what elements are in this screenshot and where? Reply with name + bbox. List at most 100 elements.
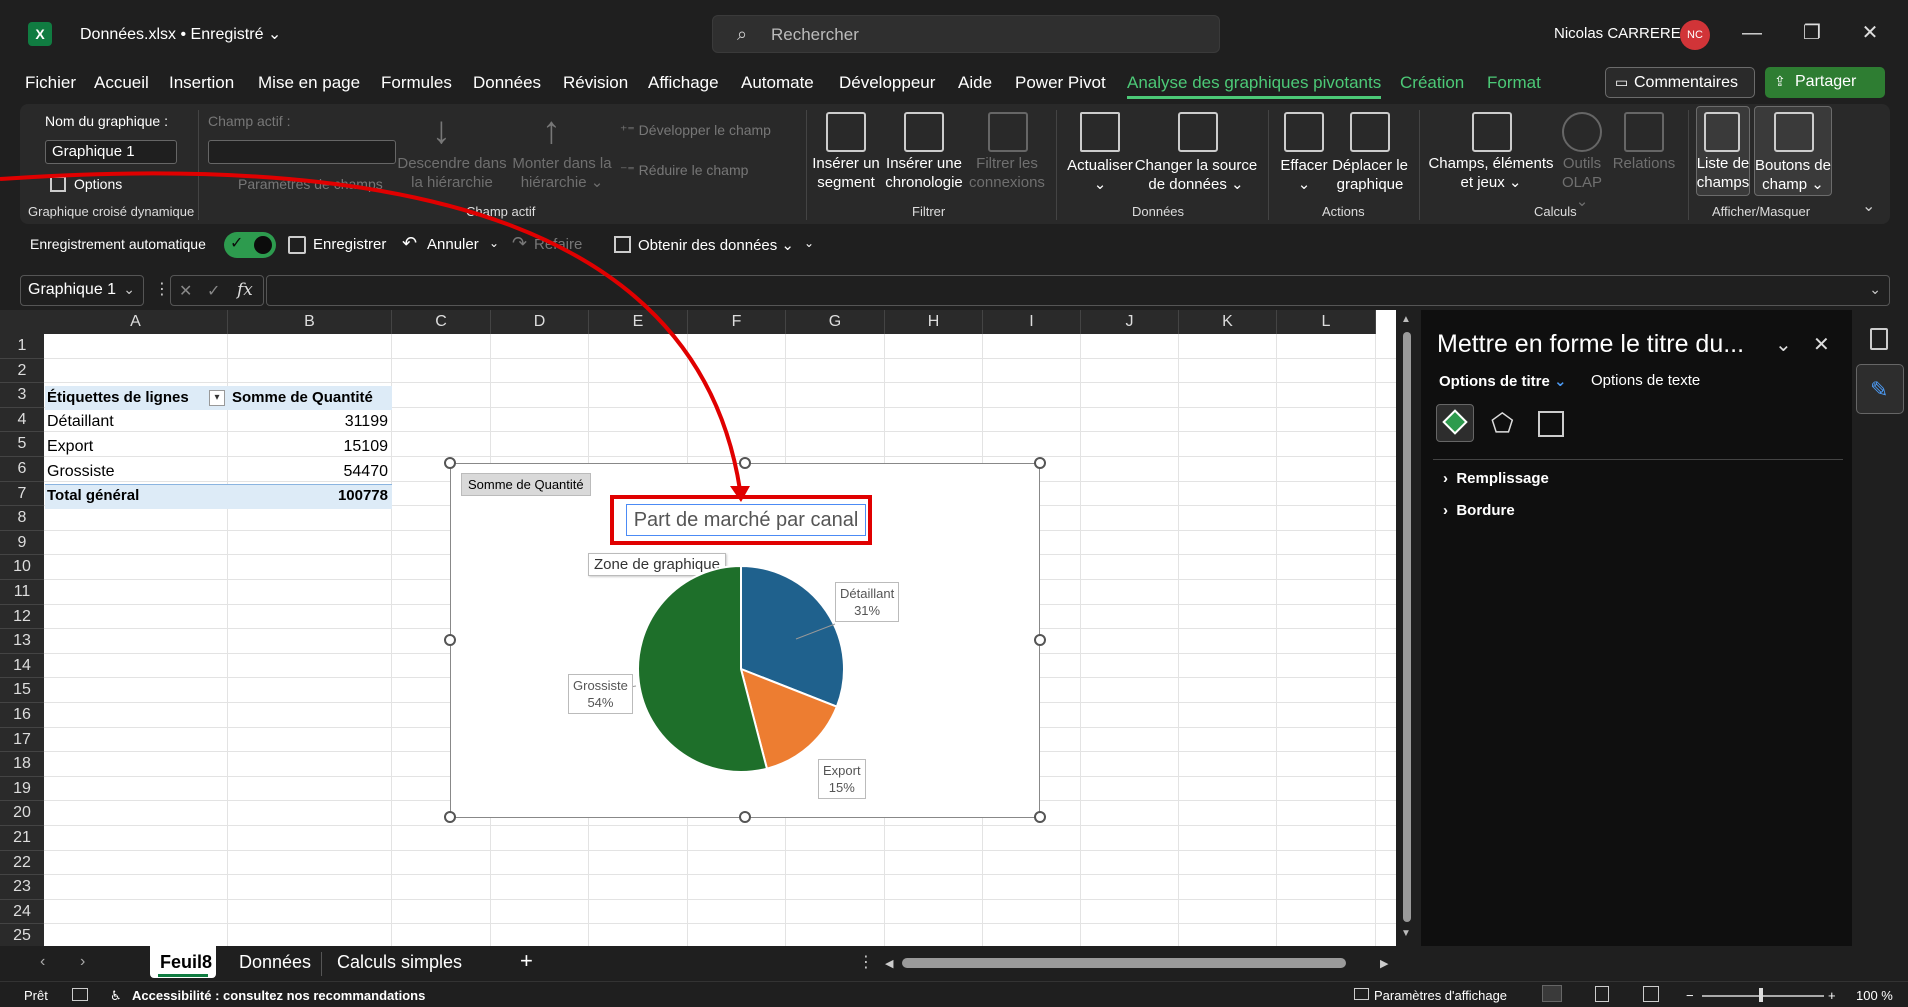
select-all-corner[interactable] (0, 310, 44, 334)
resize-handle[interactable] (1034, 457, 1046, 469)
fields-items-button[interactable]: Champs, éléments et jeux ⌄ (1428, 154, 1554, 192)
scroll-down-icon[interactable]: ▼ (1401, 928, 1411, 939)
row-header[interactable]: 18 (0, 752, 44, 777)
resize-handle[interactable] (444, 634, 456, 646)
tab-aide[interactable]: Aide (958, 73, 992, 93)
avatar[interactable]: NC (1680, 20, 1710, 50)
row-header[interactable]: 25 (0, 924, 44, 946)
expand-field-button[interactable]: ⁺⁼ Développer le champ (620, 122, 771, 139)
scroll-up-icon[interactable]: ▲ (1401, 314, 1411, 325)
display-settings-button[interactable]: Paramètres d'affichage (1374, 988, 1507, 1003)
restore-icon[interactable]: ❐ (1797, 18, 1827, 48)
pivot-row-label[interactable]: Détaillant (47, 413, 114, 431)
row-header[interactable]: 4 (0, 407, 44, 433)
border-section[interactable]: › Bordure (1443, 502, 1515, 519)
row-header[interactable]: 24 (0, 899, 44, 925)
resize-handle[interactable] (739, 457, 751, 469)
tab-affichage[interactable]: Affichage (648, 73, 719, 93)
tab-donnees[interactable]: Données (473, 73, 541, 93)
pivot-row-value[interactable]: 31199 (230, 413, 388, 431)
column-header[interactable]: D (491, 310, 589, 334)
fill-line-tab[interactable] (1436, 404, 1474, 442)
row-header[interactable]: 6 (0, 457, 44, 482)
drill-down-button[interactable]: Descendre dans la hiérarchie (396, 154, 508, 192)
row-header[interactable]: 2 (0, 358, 44, 384)
effects-pentagon-icon[interactable]: ⬠ (1491, 408, 1514, 439)
relations-button[interactable]: Relations (1608, 154, 1680, 173)
tab-title-options[interactable]: Options de titre ⌄ (1439, 372, 1567, 390)
comments-button[interactable]: ▭ Commentaires (1605, 67, 1755, 98)
tab-accueil[interactable]: Accueil (94, 73, 149, 93)
filter-dropdown-icon[interactable]: ▾ (209, 390, 225, 406)
sheet-tab-feuil8[interactable]: Feuil8 (160, 952, 212, 973)
data-label-grossiste[interactable]: Grossiste 54% (568, 674, 633, 714)
sheet-tab-calculs-simples[interactable]: Calculs simples (337, 952, 462, 973)
sheet-tab-donnees[interactable]: Données (239, 952, 311, 973)
move-chart-button[interactable]: Déplacer le graphique (1328, 156, 1412, 194)
active-field-input[interactable] (208, 140, 396, 164)
row-header[interactable]: 23 (0, 875, 44, 900)
row-header[interactable]: 10 (0, 555, 44, 580)
row-header[interactable]: 9 (0, 530, 44, 556)
zoom-slider-thumb[interactable] (1759, 988, 1763, 1002)
column-header[interactable]: E (589, 310, 688, 334)
scroll-right-icon[interactable]: ▶ (1380, 957, 1388, 970)
tab-formules[interactable]: Formules (381, 73, 452, 93)
cancel-icon[interactable]: ✕ (179, 281, 192, 301)
filter-connections-button[interactable]: Filtrer les connexions (962, 154, 1052, 192)
tab-text-options[interactable]: Options de texte (1591, 372, 1700, 389)
next-sheet-icon[interactable]: › (80, 953, 85, 971)
page-layout-view-icon[interactable] (1595, 986, 1609, 1002)
size-properties-icon[interactable] (1538, 411, 1564, 437)
fill-section[interactable]: › Remplissage (1443, 470, 1549, 487)
row-header[interactable]: 20 (0, 801, 44, 826)
row-header[interactable]: 8 (0, 506, 44, 531)
tab-fichier[interactable]: Fichier (25, 73, 76, 93)
column-header[interactable]: G (786, 310, 885, 334)
row-header[interactable]: 11 (0, 580, 44, 605)
collapse-field-button[interactable]: ⁻⁼ Réduire le champ (620, 162, 748, 179)
resize-handle[interactable] (444, 811, 456, 823)
row-header[interactable]: 13 (0, 629, 44, 654)
pivot-header-labels[interactable]: Étiquettes de lignes (47, 389, 189, 406)
field-buttons-button[interactable]: Boutons de champ ⌄ (1754, 156, 1832, 194)
pivot-total-label[interactable]: Total général (47, 487, 139, 504)
vertical-scrollbar[interactable]: ▲ ▼ (1398, 310, 1418, 946)
format-pane-button[interactable]: ✎ (1856, 364, 1904, 414)
pivot-row-value[interactable]: 15109 (230, 438, 389, 456)
olap-tools-button[interactable]: Outils OLAP ⌄ (1554, 154, 1610, 211)
macro-record-icon[interactable] (72, 988, 88, 1001)
get-data-button[interactable]: Obtenir des données ⌄ (638, 236, 794, 254)
chart-name-input[interactable]: Graphique 1 (45, 140, 177, 164)
column-header[interactable]: I (983, 310, 1081, 334)
change-source-button[interactable]: Changer la source de données ⌄ (1134, 156, 1258, 194)
prev-sheet-icon[interactable]: ‹ (40, 953, 45, 971)
document-title[interactable]: Données.xlsx • Enregistré ⌄ (80, 24, 281, 44)
expand-formula-icon[interactable]: ⌄ (1869, 281, 1881, 298)
row-header[interactable]: 14 (0, 653, 44, 679)
column-header[interactable]: A (44, 310, 228, 334)
insert-timeline-button[interactable]: Insérer une chronologie (878, 154, 970, 192)
column-header[interactable]: F (688, 310, 786, 334)
minimize-icon[interactable]: — (1737, 18, 1767, 48)
row-header[interactable]: 12 (0, 604, 44, 630)
search-box[interactable]: ⌕ Rechercher (712, 15, 1220, 53)
refresh-button[interactable]: Actualiser ⌄ (1062, 156, 1138, 194)
column-header[interactable]: J (1081, 310, 1179, 334)
pivot-row-label[interactable]: Export (47, 438, 93, 456)
redo-button[interactable]: Refaire (534, 236, 582, 253)
row-header[interactable]: 22 (0, 850, 44, 876)
tab-developpeur[interactable]: Développeur (839, 73, 935, 93)
zoom-in-icon[interactable]: + (1828, 988, 1836, 1003)
row-header[interactable]: 3 (0, 383, 44, 408)
row-header[interactable]: 5 (0, 432, 44, 457)
resize-handle[interactable] (1034, 811, 1046, 823)
customize-qat-icon[interactable]: ⌄ (804, 236, 814, 250)
add-sheet-button[interactable]: + (520, 948, 533, 974)
resize-handle[interactable] (739, 811, 751, 823)
autosave-toggle[interactable]: ✓ (224, 232, 276, 258)
normal-view-icon[interactable] (1542, 985, 1562, 1002)
clear-button[interactable]: Effacer ⌄ (1274, 156, 1334, 194)
ribbon-expand-icon[interactable]: ⌄ (1862, 196, 1875, 216)
page-break-view-icon[interactable] (1643, 986, 1659, 1002)
